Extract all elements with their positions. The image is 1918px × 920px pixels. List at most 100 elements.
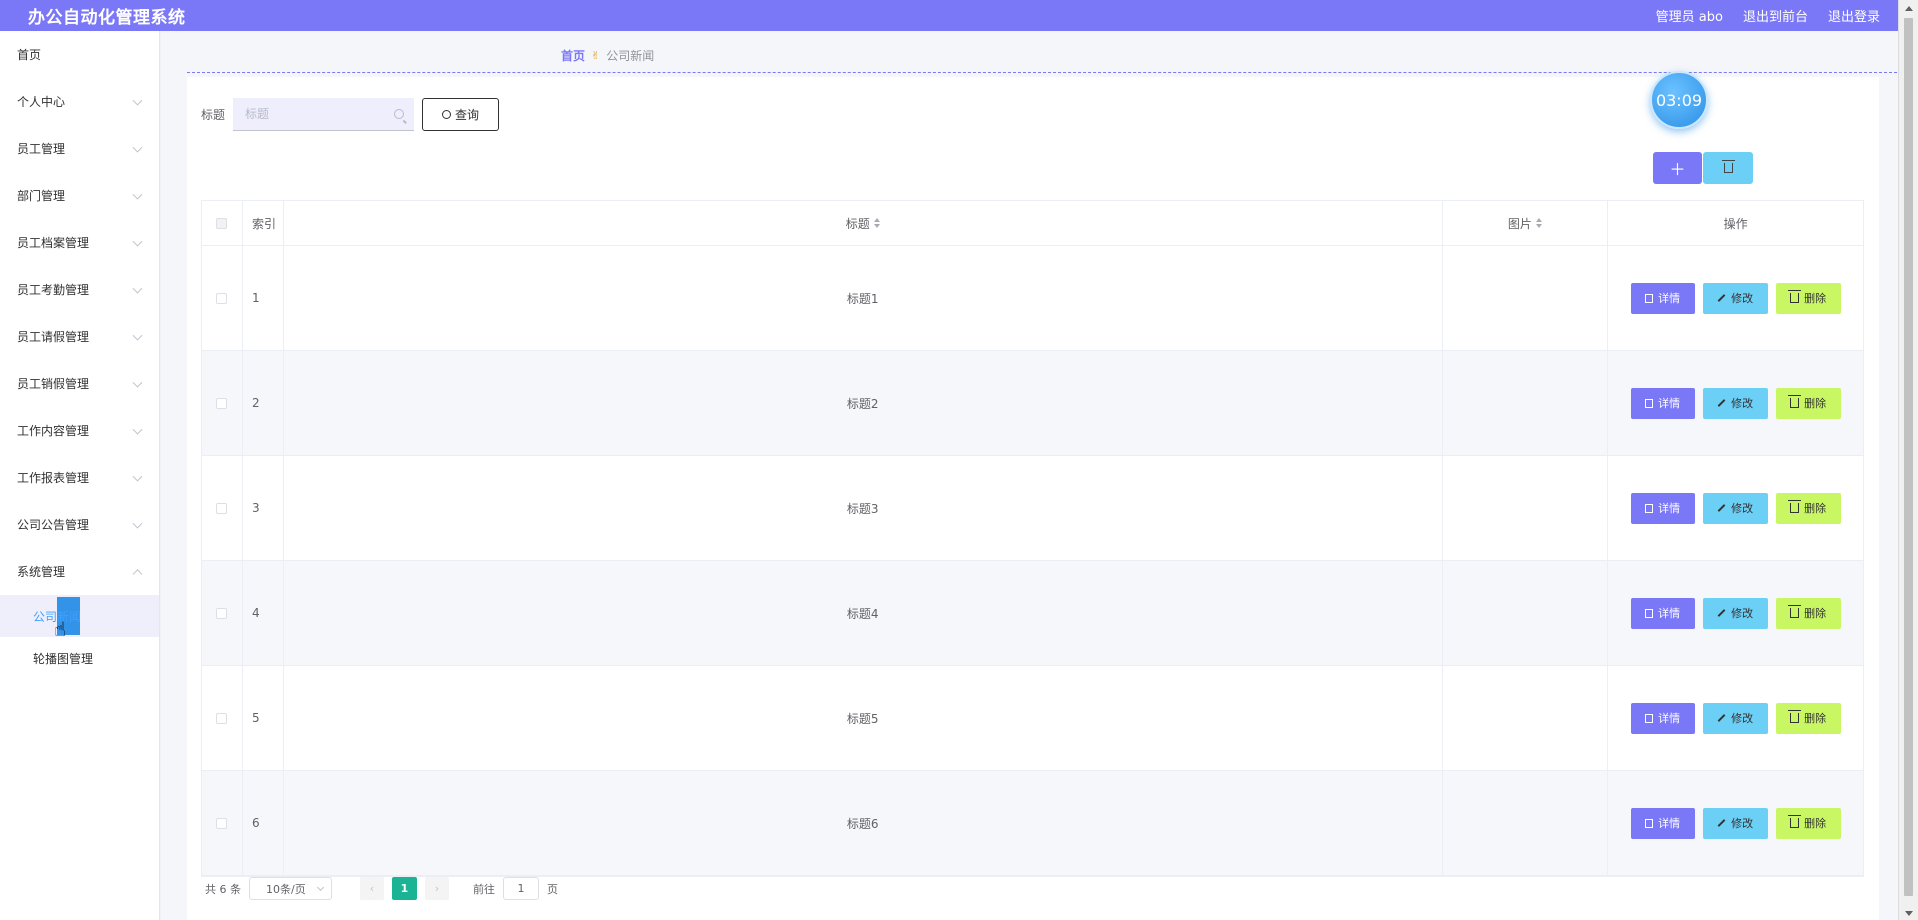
edit-button[interactable]: 修改 — [1702, 492, 1768, 524]
breadcrumb: 首页 ✌ 公司新闻 — [561, 47, 654, 64]
chevron-down-icon — [132, 283, 143, 294]
sidebar-item-work-reports[interactable]: 工作报表管理 — [0, 454, 159, 501]
table-row: 5 标题5 详情 修改 删除 — [202, 666, 1863, 771]
row-index: 5 — [243, 666, 284, 770]
row-actions: 详情 修改 删除 — [1608, 561, 1863, 665]
sidebar-subitem-carousel[interactable]: 轮播图管理 — [0, 637, 159, 679]
sidebar-item-leave[interactable]: 员工请假管理 — [0, 313, 159, 360]
goto-page-input[interactable]: 1 — [503, 877, 539, 900]
sidebar-item-announcements[interactable]: 公司公告管理 — [0, 501, 159, 548]
sidebar-item-personal[interactable]: 个人中心 — [0, 78, 159, 125]
sidebar-item-label: 员工档案管理 — [17, 236, 90, 250]
edit-button[interactable]: 修改 — [1702, 282, 1768, 314]
sidebar: 首页 个人中心 员工管理 部门管理 员工档案管理 员工考勤管理 员工请假管理 员… — [0, 31, 160, 920]
sidebar-item-employees[interactable]: 员工管理 — [0, 125, 159, 172]
sidebar-item-departments[interactable]: 部门管理 — [0, 172, 159, 219]
query-button[interactable]: 查询 — [422, 98, 500, 131]
delete-button[interactable]: 删除 — [1775, 807, 1841, 839]
detail-button[interactable]: 详情 — [1630, 387, 1695, 419]
scroll-up-arrow-icon[interactable] — [1905, 6, 1913, 11]
edit-button[interactable]: 修改 — [1702, 387, 1768, 419]
row-checkbox[interactable] — [216, 817, 228, 829]
delete-button[interactable]: 删除 — [1775, 282, 1841, 314]
delete-button[interactable]: 删除 — [1775, 702, 1841, 734]
row-image — [1443, 771, 1609, 875]
table-header: 索引 标题 图片 操作 — [202, 201, 1863, 246]
delete-button-label: 删除 — [1804, 292, 1827, 305]
select-all-checkbox[interactable] — [216, 217, 228, 229]
delete-button-label: 删除 — [1804, 712, 1827, 725]
detail-button[interactable]: 详情 — [1630, 282, 1695, 314]
column-header-title[interactable]: 标题 — [284, 201, 1443, 245]
column-header-image[interactable]: 图片 — [1443, 201, 1609, 245]
timer-badge: 03:09 — [1650, 71, 1708, 129]
row-title: 标题1 — [284, 246, 1443, 350]
detail-button[interactable]: 详情 — [1630, 702, 1695, 734]
row-checkbox[interactable] — [216, 292, 228, 304]
batch-delete-button[interactable] — [1703, 152, 1753, 184]
document-icon — [1645, 398, 1654, 408]
chevron-down-icon — [132, 189, 143, 200]
detail-button-label: 详情 — [1658, 397, 1681, 410]
edit-button[interactable]: 修改 — [1702, 597, 1768, 629]
detail-button[interactable]: 详情 — [1630, 807, 1695, 839]
row-image — [1443, 561, 1609, 665]
sidebar-item-home[interactable]: 首页 — [0, 31, 159, 78]
document-icon — [1645, 713, 1654, 723]
chevron-down-icon — [132, 471, 143, 482]
logout-link[interactable]: 退出登录 — [1828, 6, 1880, 25]
sidebar-item-work-content[interactable]: 工作内容管理 — [0, 407, 159, 454]
row-image — [1443, 246, 1609, 350]
row-select-cell — [202, 456, 243, 560]
goto-label: 前往 — [473, 882, 495, 896]
sidebar-subitem-label: 公司新闻 — [33, 609, 82, 624]
table-row: 6 标题6 详情 修改 删除 — [202, 771, 1863, 876]
exit-to-front-link[interactable]: 退出到前台 — [1743, 6, 1808, 25]
breadcrumb-separator-icon: ✌ — [591, 49, 601, 62]
sidebar-item-attendance[interactable]: 员工考勤管理 — [0, 266, 159, 313]
edit-button[interactable]: 修改 — [1702, 807, 1768, 839]
next-page-button[interactable]: › — [425, 877, 449, 900]
row-checkbox[interactable] — [216, 712, 228, 724]
edit-button[interactable]: 修改 — [1702, 702, 1768, 734]
row-checkbox[interactable] — [216, 607, 228, 619]
detail-button[interactable]: 详情 — [1630, 492, 1695, 524]
sidebar-item-leave-cancel[interactable]: 员工销假管理 — [0, 360, 159, 407]
breadcrumb-home[interactable]: 首页 — [561, 47, 585, 64]
sort-icon[interactable] — [873, 218, 880, 228]
add-button[interactable]: ＋ — [1653, 152, 1702, 184]
row-title: 标题2 — [284, 351, 1443, 455]
page-size-value: 10条/页 — [266, 882, 306, 896]
row-actions: 详情 修改 删除 — [1608, 246, 1863, 350]
row-index: 2 — [243, 351, 284, 455]
detail-button[interactable]: 详情 — [1630, 597, 1695, 629]
delete-button[interactable]: 删除 — [1775, 387, 1841, 419]
row-checkbox[interactable] — [216, 397, 228, 409]
row-select-cell — [202, 246, 243, 350]
row-select-cell — [202, 561, 243, 665]
title-search-input[interactable] — [245, 107, 386, 121]
page-size-select[interactable]: 10条/页 — [249, 877, 332, 900]
delete-button[interactable]: 删除 — [1775, 597, 1841, 629]
document-icon — [1645, 503, 1654, 513]
vertical-scrollbar[interactable] — [1898, 0, 1918, 920]
edit-icon — [1717, 294, 1726, 302]
prev-page-button[interactable]: ‹ — [360, 877, 384, 900]
trash-icon — [1788, 500, 1802, 513]
scrollbar-thumb[interactable] — [1904, 18, 1913, 896]
sidebar-item-system[interactable]: 系统管理 — [0, 548, 159, 595]
scroll-down-arrow-icon[interactable] — [1905, 911, 1913, 916]
row-title: 标题3 — [284, 456, 1443, 560]
chevron-down-icon — [132, 236, 143, 247]
delete-button[interactable]: 删除 — [1775, 492, 1841, 524]
edit-button-label: 修改 — [1731, 397, 1754, 410]
sort-icon[interactable] — [1535, 218, 1542, 228]
trash-icon — [1788, 710, 1802, 723]
row-index: 3 — [243, 456, 284, 560]
sidebar-item-archives[interactable]: 员工档案管理 — [0, 219, 159, 266]
detail-button-label: 详情 — [1658, 607, 1681, 620]
page-number-current[interactable]: 1 — [392, 877, 417, 900]
row-checkbox[interactable] — [216, 502, 228, 514]
sidebar-subitem-company-news[interactable]: 公司新闻 ☝ — [0, 595, 159, 641]
row-title: 标题6 — [284, 771, 1443, 875]
